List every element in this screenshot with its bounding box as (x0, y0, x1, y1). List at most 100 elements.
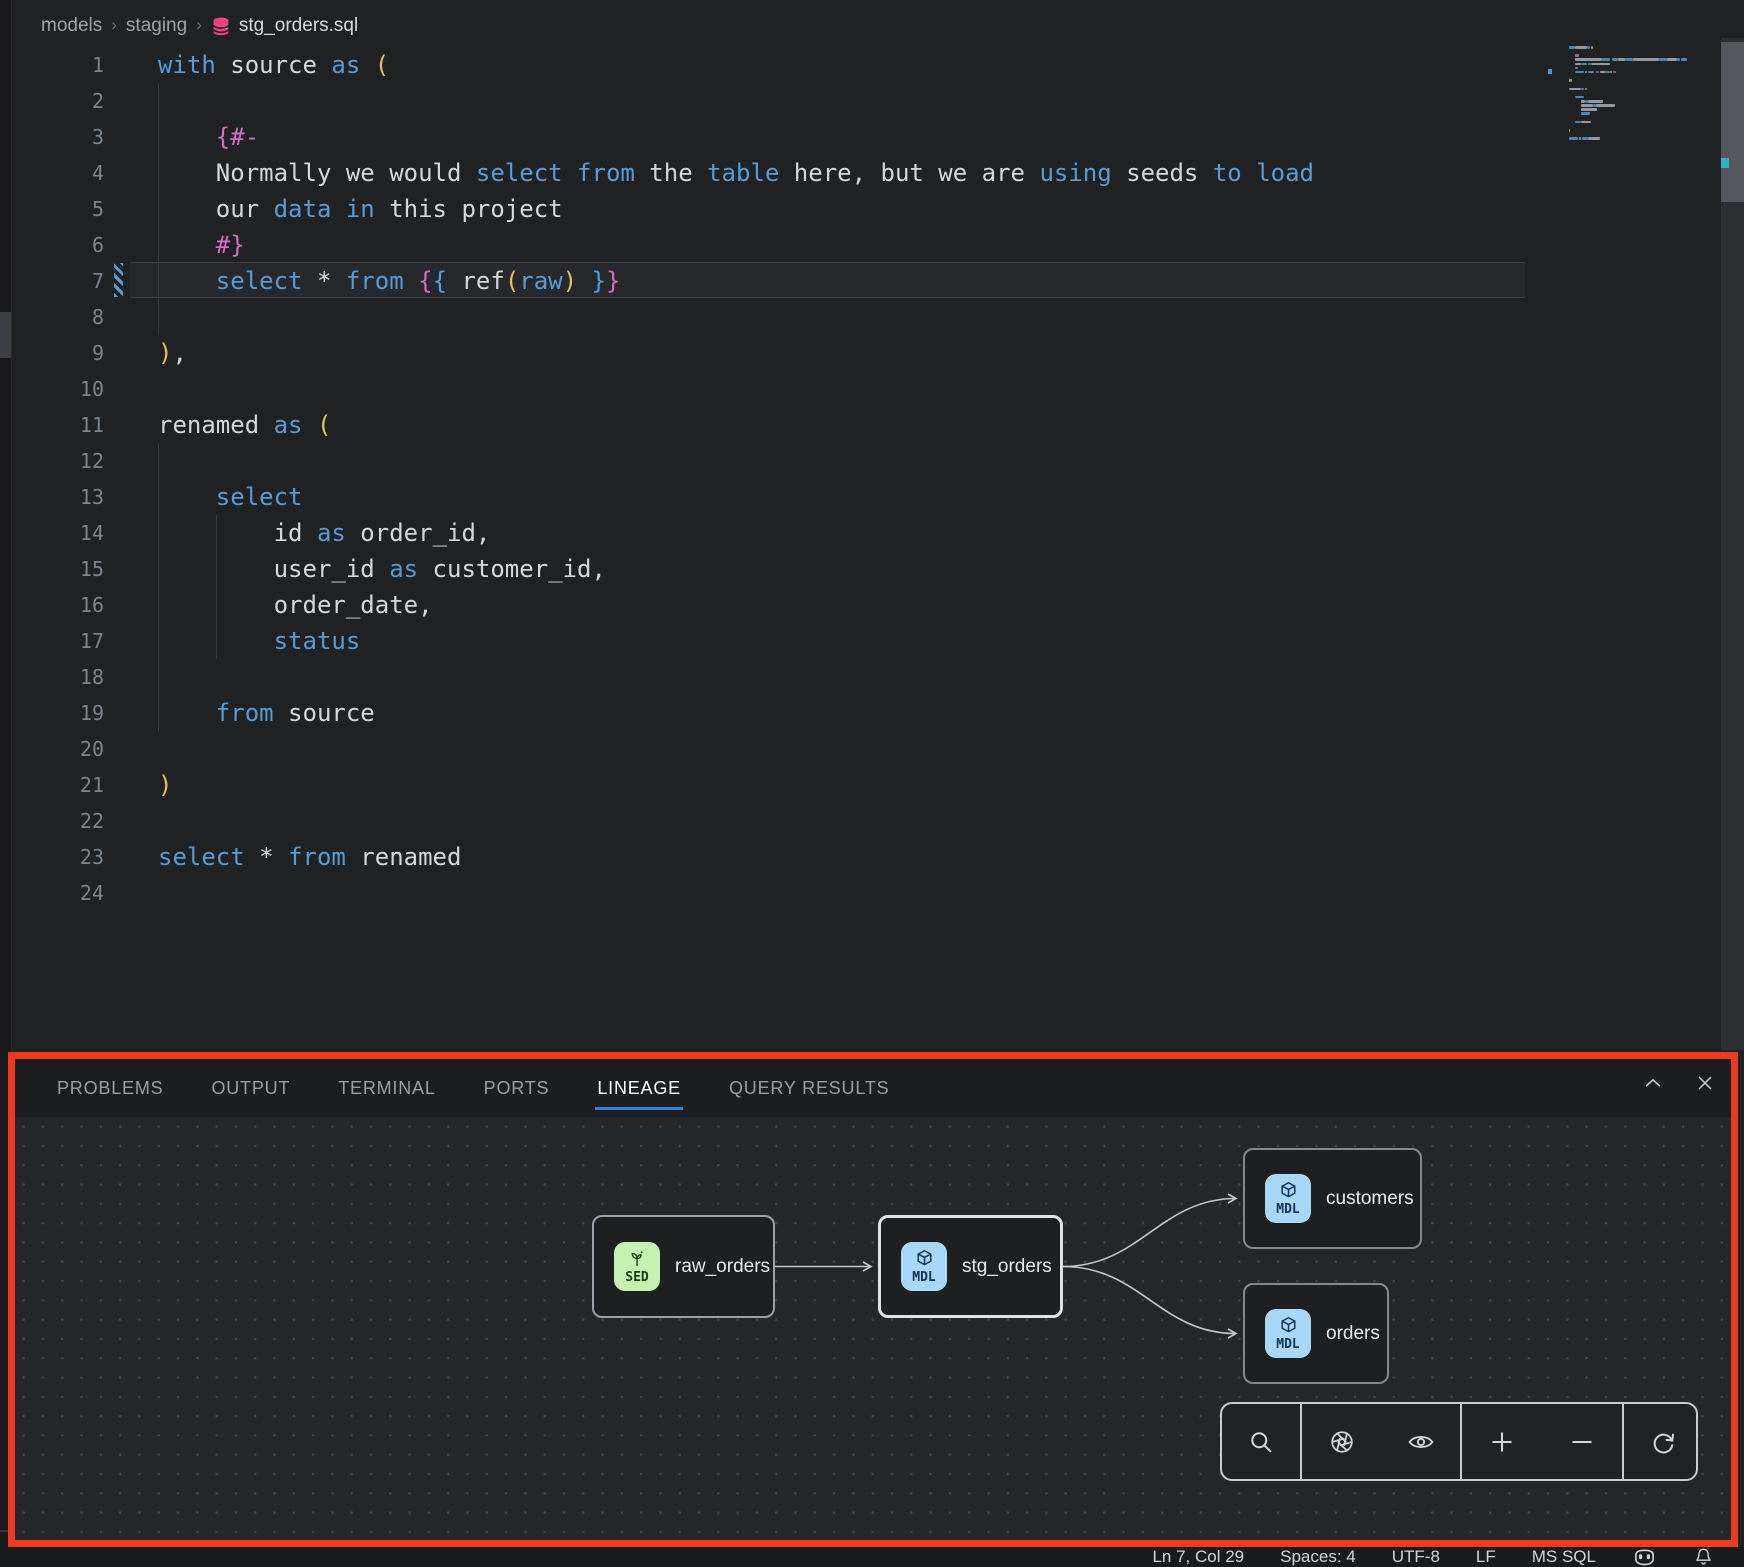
minimap-line (1588, 100, 1603, 103)
aperture-icon (1328, 1428, 1356, 1456)
line-number[interactable]: 15 (12, 551, 104, 587)
line-number[interactable]: 11 (12, 407, 104, 443)
code-line-10[interactable]: 10 (12, 371, 1722, 407)
search-button[interactable] (1233, 1404, 1289, 1479)
line-number[interactable]: 22 (12, 803, 104, 839)
code-area[interactable]: 1with source as (23{#-4Normally we would… (12, 0, 1744, 1054)
code-line-17[interactable]: 17 status (12, 623, 1722, 659)
code-line-7[interactable]: 7select * from {{ ref(raw) }} (12, 263, 1722, 299)
code-line-20[interactable]: 20 (12, 731, 1722, 767)
editor-scrollbar-thumb[interactable] (1721, 42, 1744, 202)
minimap-line (1581, 104, 1593, 107)
code-line-11[interactable]: 11renamed as ( (12, 407, 1722, 443)
node-label: raw_orders (675, 1256, 770, 1278)
minus-button[interactable] (1554, 1404, 1610, 1479)
breadcrumb-file[interactable]: stg_orders.sql (211, 15, 358, 37)
code-line-21[interactable]: 21) (12, 767, 1722, 803)
code-text: status (274, 623, 361, 659)
minimap-line (1600, 71, 1604, 74)
minimap-line (1585, 88, 1586, 91)
minimap-line (1612, 58, 1618, 61)
minimap-line (1602, 58, 1611, 61)
line-number[interactable]: 19 (12, 695, 104, 731)
panel-window-icons (1642, 1072, 1716, 1094)
code-line-9[interactable]: 9), (12, 335, 1722, 371)
plus-button[interactable] (1474, 1404, 1530, 1479)
code-line-14[interactable]: 14id as order_id, (12, 515, 1722, 551)
lineage-toolbar (1220, 1402, 1698, 1481)
lineage-node-raw_orders[interactable]: SED raw_orders (592, 1215, 775, 1318)
minimap-line (1569, 137, 1578, 140)
eye-button[interactable] (1393, 1404, 1449, 1479)
status-item-spaces-4[interactable]: Spaces: 4 (1280, 1547, 1356, 1567)
code-line-22[interactable]: 22 (12, 803, 1722, 839)
line-number[interactable]: 3 (12, 119, 104, 155)
status-item-ms-sql[interactable]: MS SQL (1532, 1547, 1596, 1567)
code-line-4[interactable]: 4Normally we would select from the table… (12, 155, 1722, 191)
line-number[interactable]: 4 (12, 155, 104, 191)
minimap-line (1585, 71, 1586, 74)
minimap-line (1625, 58, 1632, 61)
close-icon[interactable] (1694, 1072, 1716, 1094)
lineage-node-customers[interactable]: MDLcustomers (1243, 1148, 1422, 1249)
line-number[interactable]: 7 (12, 263, 104, 299)
status-item-lf[interactable]: LF (1476, 1547, 1496, 1567)
copilot-status-button[interactable] (1632, 1546, 1657, 1567)
lineage-node-orders[interactable]: MDLorders (1243, 1283, 1389, 1384)
code-line-5[interactable]: 5our data in this project (12, 191, 1722, 227)
line-number[interactable]: 18 (12, 659, 104, 695)
bell-icon (1693, 1546, 1714, 1567)
code-line-16[interactable]: 16order_date, (12, 587, 1722, 623)
line-number[interactable]: 12 (12, 443, 104, 479)
line-number[interactable]: 5 (12, 191, 104, 227)
line-number[interactable]: 14 (12, 515, 104, 551)
line-number[interactable]: 10 (12, 371, 104, 407)
line-number[interactable]: 16 (12, 587, 104, 623)
panel-tab-lineage[interactable]: LINEAGE (597, 1078, 681, 1099)
code-line-19[interactable]: 19from source (12, 695, 1722, 731)
line-number[interactable]: 23 (12, 839, 104, 875)
refresh-button[interactable] (1635, 1404, 1691, 1479)
panel-tab-query-results[interactable]: QUERY RESULTS (729, 1078, 889, 1099)
code-line-1[interactable]: 1with source as ( (12, 47, 1722, 83)
database-icon (211, 16, 231, 37)
code-line-12[interactable]: 12 (12, 443, 1722, 479)
line-number[interactable]: 6 (12, 227, 104, 263)
line-number[interactable]: 9 (12, 335, 104, 371)
lineage-node-stg_orders[interactable]: MDLstg_orders (878, 1215, 1063, 1318)
panel-tab-output[interactable]: OUTPUT (211, 1078, 290, 1099)
line-number[interactable]: 20 (12, 731, 104, 767)
line-number[interactable]: 2 (12, 83, 104, 119)
indent-guide (216, 587, 217, 623)
line-number[interactable]: 17 (12, 623, 104, 659)
code-line-18[interactable]: 18 (12, 659, 1722, 695)
node-badge-seed: SED (614, 1242, 660, 1291)
code-line-15[interactable]: 15user_id as customer_id, (12, 551, 1722, 587)
code-line-2[interactable]: 2 (12, 83, 1722, 119)
panel-tab-problems[interactable]: PROBLEMS (57, 1078, 163, 1099)
minimap[interactable] (1555, 40, 1715, 160)
status-item-ln-7-col-29[interactable]: Ln 7, Col 29 (1152, 1547, 1244, 1567)
line-number[interactable]: 21 (12, 767, 104, 803)
bell-status-button[interactable] (1693, 1546, 1714, 1567)
line-number[interactable]: 13 (12, 479, 104, 515)
panel-tab-ports[interactable]: PORTS (484, 1078, 550, 1099)
panel-tab-terminal[interactable]: TERMINAL (338, 1078, 435, 1099)
aperture-button[interactable] (1314, 1404, 1370, 1479)
code-line-13[interactable]: 13select (12, 479, 1722, 515)
code-line-23[interactable]: 23select * from renamed (12, 839, 1722, 875)
code-line-6[interactable]: 6#} (12, 227, 1722, 263)
line-number[interactable]: 1 (12, 47, 104, 83)
code-editor[interactable]: 1with source as (23{#-4Normally we would… (12, 0, 1744, 1054)
left-rail-thumb[interactable] (0, 312, 11, 358)
line-number[interactable]: 24 (12, 875, 104, 911)
breadcrumb-item-staging[interactable]: staging (126, 15, 187, 37)
breadcrumb: models›staging›stg_orders.sql (41, 12, 358, 40)
code-line-24[interactable]: 24 (12, 875, 1722, 911)
chevron-up-icon[interactable] (1642, 1072, 1664, 1094)
line-number[interactable]: 8 (12, 299, 104, 335)
code-line-3[interactable]: 3{#- (12, 119, 1722, 155)
status-item-utf-8[interactable]: UTF-8 (1392, 1547, 1440, 1567)
code-line-8[interactable]: 8 (12, 299, 1722, 335)
breadcrumb-item-models[interactable]: models (41, 15, 102, 37)
